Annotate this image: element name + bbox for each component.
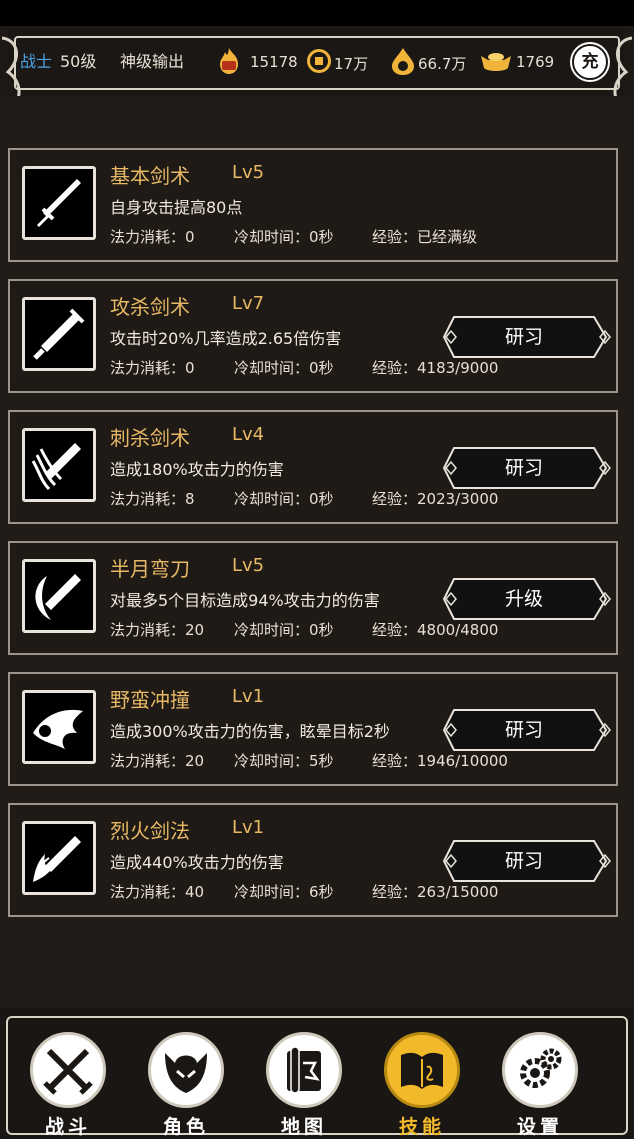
skill-card: 烈火剑法 Lv1 造成440%攻击力的伤害 法力消耗：40 冷却时间：6秒 经验… [8, 803, 618, 917]
power-value: 15178 [250, 53, 298, 71]
skill-card: 半月弯刀 Lv5 对最多5个目标造成94%攻击力的伤害 法力消耗：20 冷却时间… [8, 541, 618, 655]
skill-mana-cost: 法力消耗：20 [110, 621, 205, 639]
status-bar [0, 0, 634, 26]
skill-level: Lv1 [232, 817, 265, 838]
skill-cooldown: 冷却时间：0秒 [234, 359, 334, 377]
scroll-map-icon [287, 1046, 321, 1094]
study-button[interactable]: 研习 [442, 446, 614, 490]
crossed-swords-icon [43, 1048, 93, 1095]
skill-card: 野蛮冲撞 Lv1 造成300%攻击力的伤害，眩晕目标2秒 法力消耗：20 冷却时… [8, 672, 618, 786]
skill-name: 基本剑术 [110, 164, 190, 188]
skill-list-panel: 基本剑术 Lv5 自身攻击提高80点 法力消耗：0 冷却时间：0秒 经验：已经满… [0, 96, 634, 1008]
player-level: 50级 [60, 52, 97, 71]
skill-description: 对最多5个目标造成94%攻击力的伤害 [110, 591, 380, 610]
nav-map-label: 地图 [280, 1116, 327, 1138]
skill-card: 基本剑术 Lv5 自身攻击提高80点 法力消耗：0 冷却时间：0秒 经验：已经满… [8, 148, 618, 262]
skill-level: Lv5 [232, 555, 265, 576]
skill-description: 造成300%攻击力的伤害，眩晕目标2秒 [110, 722, 390, 741]
skill-mana-cost: 法力消耗：0 [110, 359, 195, 377]
gold-drop-icon [392, 48, 414, 75]
study-button-label: 研习 [504, 326, 543, 348]
skill-level: Lv4 [232, 424, 265, 445]
skill-cooldown: 冷却时间：5秒 [234, 752, 334, 770]
skill-cooldown: 冷却时间：0秒 [234, 490, 334, 508]
skill-book-icon [401, 1052, 443, 1089]
skill-description: 自身攻击提高80点 [110, 198, 243, 217]
skill-name: 烈火剑法 [110, 819, 190, 843]
skill-cooldown: 冷却时间：0秒 [234, 228, 334, 246]
sword-icon [22, 166, 96, 240]
bottom-navigation: 战斗 角色 地图 技能 设置 [0, 1008, 634, 1139]
skill-experience: 经验：已经满级 [372, 228, 478, 246]
skill-mana-cost: 法力消耗：20 [110, 752, 205, 770]
skill-description: 造成180%攻击力的伤害 [110, 460, 284, 479]
upgrade-button[interactable]: 升级 [442, 577, 614, 621]
nav-settings-label: 设置 [516, 1116, 563, 1138]
skill-mana-cost: 法力消耗：0 [110, 228, 195, 246]
nav-battle-label: 战斗 [44, 1116, 91, 1138]
nav-character-label: 角色 [162, 1116, 209, 1138]
nav-settings[interactable]: 设置 [492, 1024, 588, 1138]
skill-name: 野蛮冲撞 [110, 688, 190, 712]
gears-icon [520, 1048, 562, 1088]
study-button[interactable]: 研习 [442, 708, 614, 752]
charge-rush-icon [22, 690, 96, 764]
skill-card: 刺杀剑术 Lv4 造成180%攻击力的伤害 法力消耗：8 冷却时间：0秒 经验：… [8, 410, 618, 524]
player-header: 战士 50级 神级输出 15178 17万 66.7万 1769 充 [8, 30, 626, 96]
skill-mana-cost: 法力消耗：40 [110, 883, 205, 901]
skill-level: Lv5 [232, 162, 265, 183]
skill-experience: 经验：1946/10000 [372, 752, 508, 770]
skill-name: 攻杀剑术 [110, 295, 190, 319]
nav-skills-label: 技能 [398, 1116, 445, 1138]
upgrade-button-label: 升级 [504, 588, 543, 610]
skill-cooldown: 冷却时间：0秒 [234, 621, 334, 639]
helmet-icon [165, 1053, 207, 1093]
nav-skills[interactable]: 技能 [374, 1024, 470, 1138]
power-flame-icon [220, 48, 238, 74]
nav-character[interactable]: 角色 [138, 1024, 234, 1138]
skill-description: 攻击时20%几率造成2.65倍伤害 [110, 329, 342, 348]
nav-map[interactable]: 地图 [256, 1024, 352, 1138]
study-button-label: 研习 [504, 850, 543, 872]
flame-sword-icon [22, 821, 96, 895]
coins-value: 17万 [334, 55, 369, 73]
skill-mana-cost: 法力消耗：8 [110, 490, 195, 508]
skill-card: 攻杀剑术 Lv7 攻击时20%几率造成2.65倍伤害 法力消耗：0 冷却时间：0… [8, 279, 618, 393]
study-button-label: 研习 [504, 719, 543, 741]
gold-value: 66.7万 [418, 55, 467, 73]
coin-icon [307, 49, 331, 73]
study-button[interactable]: 研习 [442, 839, 614, 883]
ingot-icon [481, 53, 511, 71]
thrust-sword-icon [22, 428, 96, 502]
skill-experience: 经验：4183/9000 [372, 359, 499, 377]
skill-level: Lv1 [232, 686, 265, 707]
skill-name: 刺杀剑术 [110, 426, 190, 450]
half-moon-blade-icon [22, 559, 96, 633]
skill-experience: 经验：263/15000 [372, 883, 499, 901]
ingots-value: 1769 [516, 53, 555, 71]
study-button-label: 研习 [504, 457, 543, 479]
player-title: 神级输出 [120, 52, 185, 71]
skill-name: 半月弯刀 [110, 557, 190, 581]
skill-cooldown: 冷却时间：6秒 [234, 883, 334, 901]
skill-experience: 经验：2023/3000 [372, 490, 499, 508]
skill-experience: 经验：4800/4800 [372, 621, 499, 639]
study-button[interactable]: 研习 [442, 315, 614, 359]
skill-description: 造成440%攻击力的伤害 [110, 853, 284, 872]
skill-level: Lv7 [232, 293, 265, 314]
sword-strike-icon [22, 297, 96, 371]
nav-battle[interactable]: 战斗 [20, 1024, 116, 1138]
